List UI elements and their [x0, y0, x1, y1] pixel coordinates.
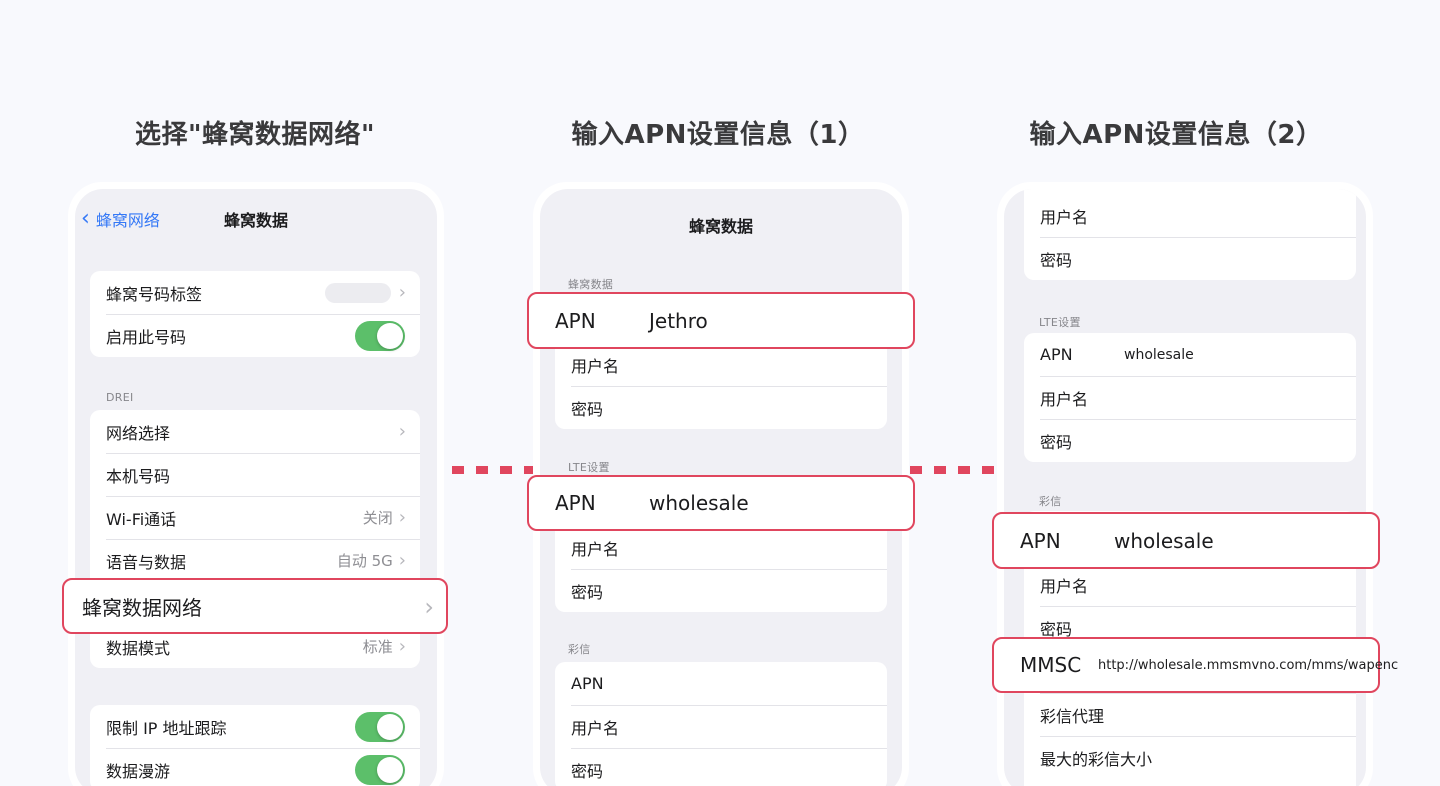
- row-enable-number: 启用此号码: [90, 314, 420, 357]
- chevron-right-icon: ›: [398, 506, 406, 528]
- mmsc-value: http://wholesale.mmsmvno.com/mms/wapenc: [1098, 657, 1399, 673]
- row-lte-password[interactable]: 密码: [1024, 419, 1356, 462]
- row-label: 蜂窝号码标签: [106, 284, 203, 304]
- row-password[interactable]: 密码: [555, 386, 887, 429]
- back-label: 蜂窝网络: [95, 211, 160, 230]
- row-password[interactable]: 密码: [1024, 237, 1356, 280]
- row-my-number: 本机号码: [90, 453, 420, 496]
- apn-field-highlight[interactable]: APN Jethro: [527, 292, 915, 349]
- row-lte-username[interactable]: 用户名: [1024, 376, 1356, 419]
- mms-apn-value: wholesale: [1114, 528, 1214, 553]
- row-lte-apn[interactable]: APN wholesale: [1024, 333, 1356, 376]
- mmsc-field-highlight[interactable]: MMSC http://wholesale.mmsmvno.com/mms/wa…: [992, 637, 1398, 693]
- settings-group-top: 用户名 密码: [1024, 189, 1356, 280]
- step1-heading: 选择"蜂窝数据网络": [134, 120, 376, 150]
- voice-data-value: 自动 5G: [336, 552, 393, 570]
- apn-value: Jethro: [649, 308, 708, 333]
- chevron-right-icon: ›: [398, 420, 406, 442]
- chevron-left-icon: ‹: [81, 206, 90, 231]
- section-header-drei: DREI: [106, 391, 134, 404]
- row-lte-username[interactable]: 用户名: [555, 526, 887, 569]
- apn-label: APN: [555, 308, 596, 333]
- back-button[interactable]: ‹ 蜂窝网络: [81, 207, 160, 231]
- row-network-select[interactable]: 网络选择 ›: [90, 410, 420, 453]
- row-mms-proxy[interactable]: 彩信代理: [1024, 693, 1356, 736]
- phone-mockup-3: 用户名 密码 LTE设置 APN wholesale 用户名 密码 彩信 用户名…: [997, 182, 1373, 786]
- chevron-right-icon: ›: [398, 635, 406, 657]
- row-mms-password[interactable]: 密码: [555, 748, 887, 786]
- row-limit-ip: 限制 IP 地址跟踪: [90, 705, 420, 748]
- section-header-lte: LTE设置: [1039, 316, 1081, 329]
- settings-group-privacy: 限制 IP 地址跟踪 数据漫游: [90, 705, 420, 786]
- phone-1-screen: ‹ 蜂窝网络 蜂窝数据 蜂窝号码标签 › 启用此号码 DREI 网络选择 › 本…: [75, 189, 437, 786]
- row-mms-username[interactable]: 用户名: [555, 705, 887, 748]
- section-header-cellular: 蜂窝数据: [568, 278, 614, 291]
- lte-apn-value: wholesale: [649, 491, 749, 515]
- limit-ip-toggle[interactable]: [355, 711, 405, 742]
- lte-apn-label: APN: [555, 491, 596, 515]
- row-lte-password[interactable]: 密码: [555, 569, 887, 612]
- mms-apn-field-highlight[interactable]: APN wholesale: [992, 512, 1380, 569]
- connector-dots-right: [910, 466, 994, 474]
- row-voice-data[interactable]: 语音与数据 自动 5G ›: [90, 539, 420, 582]
- nav-title: 蜂窝数据: [224, 211, 289, 230]
- section-header-mms: 彩信: [568, 643, 591, 656]
- row-username[interactable]: 用户名: [555, 343, 887, 386]
- step3-heading: 输入APN设置信息（2）: [1029, 120, 1323, 150]
- row-label: 启用此号码: [106, 327, 187, 347]
- nav-title: 蜂窝数据: [689, 217, 754, 236]
- chevron-right-icon: ›: [398, 281, 406, 303]
- settings-group-mms: APN 用户名 密码: [555, 662, 887, 786]
- section-header-mms: 彩信: [1039, 495, 1062, 508]
- wifi-calling-value: 关闭: [362, 509, 393, 527]
- chevron-right-icon: ›: [424, 593, 434, 621]
- cellular-network-label: 蜂窝数据网络: [82, 595, 202, 620]
- mmsc-label: MMSC: [1020, 653, 1082, 677]
- connector-dots-left: [452, 466, 536, 474]
- row-wifi-calling[interactable]: Wi-Fi通话 关闭 ›: [90, 496, 420, 539]
- row-mms-apn[interactable]: APN: [555, 662, 887, 705]
- cellular-network-row-highlight[interactable]: 蜂窝数据网络 ›: [62, 578, 448, 634]
- chevron-right-icon: ›: [398, 549, 406, 571]
- settings-group-number: 蜂窝号码标签 › 启用此号码: [90, 271, 420, 357]
- phone-3-screen: 用户名 密码 LTE设置 APN wholesale 用户名 密码 彩信 用户名…: [1004, 189, 1366, 786]
- row-mms-max-size[interactable]: 最大的彩信大小: [1024, 736, 1356, 779]
- enable-number-toggle[interactable]: [355, 320, 405, 351]
- number-label-pill: [324, 282, 391, 303]
- row-data-roaming: 数据漫游: [90, 748, 420, 786]
- mms-apn-label: APN: [1020, 528, 1061, 553]
- data-roaming-toggle[interactable]: [355, 754, 405, 785]
- settings-group-lte: APN wholesale 用户名 密码: [1024, 333, 1356, 462]
- step2-heading: 输入APN设置信息（1）: [571, 120, 865, 150]
- lte-apn-value: wholesale: [1124, 346, 1194, 363]
- section-header-lte: LTE设置: [568, 461, 610, 474]
- row-number-label[interactable]: 蜂窝号码标签 ›: [90, 271, 420, 314]
- phone-mockup-1: ‹ 蜂窝网络 蜂窝数据 蜂窝号码标签 › 启用此号码 DREI 网络选择 › 本…: [68, 182, 444, 786]
- data-mode-value: 标准: [362, 638, 393, 656]
- row-username[interactable]: 用户名: [1024, 194, 1356, 237]
- lte-apn-field-highlight[interactable]: APN wholesale: [527, 475, 915, 531]
- row-mms-username[interactable]: 用户名: [1024, 563, 1356, 606]
